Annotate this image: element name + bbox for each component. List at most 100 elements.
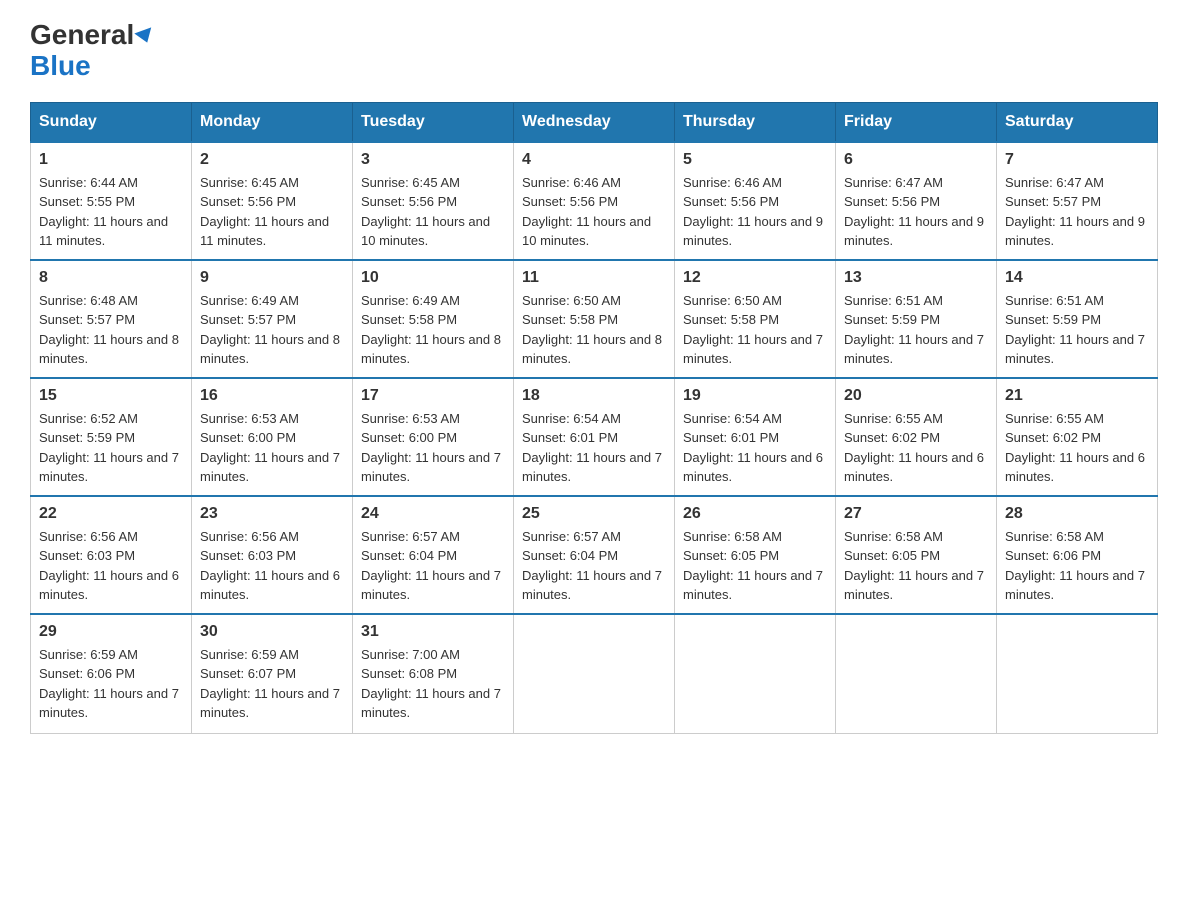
day-info: Sunrise: 6:56 AMSunset: 6:03 PMDaylight:… [200, 527, 344, 605]
week-row-1: 1 Sunrise: 6:44 AMSunset: 5:55 PMDaylight… [31, 142, 1158, 260]
day-cell: 4 Sunrise: 6:46 AMSunset: 5:56 PMDaylight… [514, 142, 675, 260]
day-number: 16 [200, 387, 344, 405]
day-cell: 30Sunrise: 6:59 AMSunset: 6:07 PMDayligh… [192, 614, 353, 734]
day-cell: 3 Sunrise: 6:45 AMSunset: 5:56 PMDaylight… [353, 142, 514, 260]
logo-text: General [30, 20, 154, 51]
day-number: 26 [683, 505, 827, 523]
day-header-sunday: Sunday [31, 102, 192, 142]
week-row-4: 22 Sunrise: 6:56 AMSunset: 6:03 PMDayligh… [31, 496, 1158, 614]
day-cell: 27 Sunrise: 6:58 AMSunset: 6:05 PMDayligh… [836, 496, 997, 614]
day-cell: 5 Sunrise: 6:46 AMSunset: 5:56 PMDaylight… [675, 142, 836, 260]
day-number: 6 [844, 151, 988, 169]
day-info: Sunrise: 6:52 AMSunset: 5:59 PMDaylight:… [39, 409, 183, 487]
day-number: 22 [39, 505, 183, 523]
day-cell: 2 Sunrise: 6:45 AMSunset: 5:56 PMDaylight… [192, 142, 353, 260]
day-info: Sunrise: 6:54 AMSunset: 6:01 PMDaylight:… [522, 409, 666, 487]
day-cell: 19 Sunrise: 6:54 AMSunset: 6:01 PMDayligh… [675, 378, 836, 496]
day-cell: 18 Sunrise: 6:54 AMSunset: 6:01 PMDayligh… [514, 378, 675, 496]
day-info: Sunrise: 6:47 AMSunset: 5:57 PMDaylight:… [1005, 173, 1149, 251]
day-info: Sunrise: 6:53 AMSunset: 6:00 PMDaylight:… [361, 409, 505, 487]
day-cell: 16 Sunrise: 6:53 AMSunset: 6:00 PMDayligh… [192, 378, 353, 496]
week-row-3: 15 Sunrise: 6:52 AMSunset: 5:59 PMDayligh… [31, 378, 1158, 496]
day-number: 4 [522, 151, 666, 169]
day-cell: 17 Sunrise: 6:53 AMSunset: 6:00 PMDayligh… [353, 378, 514, 496]
day-cell [675, 614, 836, 734]
day-number: 2 [200, 151, 344, 169]
page-header: General Blue [30, 20, 1158, 82]
day-cell: 15 Sunrise: 6:52 AMSunset: 5:59 PMDayligh… [31, 378, 192, 496]
day-info: Sunrise: 6:59 AMSunset: 6:06 PMDaylight:… [39, 645, 183, 723]
week-row-5: 29 Sunrise: 6:59 AMSunset: 6:06 PMDayligh… [31, 614, 1158, 734]
day-cell: 21Sunrise: 6:55 AMSunset: 6:02 PMDayligh… [997, 378, 1158, 496]
day-number: 28 [1005, 505, 1149, 523]
day-number: 1 [39, 151, 183, 169]
day-cell: 28 Sunrise: 6:58 AMSunset: 6:06 PMDayligh… [997, 496, 1158, 614]
day-number: 12 [683, 269, 827, 287]
day-number: 27 [844, 505, 988, 523]
day-header-friday: Friday [836, 102, 997, 142]
day-info: Sunrise: 6:50 AMSunset: 5:58 PMDaylight:… [522, 291, 666, 369]
day-cell: 11 Sunrise: 6:50 AMSunset: 5:58 PMDayligh… [514, 260, 675, 378]
day-info: Sunrise: 6:45 AMSunset: 5:56 PMDaylight:… [200, 173, 344, 251]
day-info: Sunrise: 6:58 AMSunset: 6:06 PMDaylight:… [1005, 527, 1149, 605]
day-info: Sunrise: 6:57 AMSunset: 6:04 PMDaylight:… [361, 527, 505, 605]
day-info: Sunrise: 6:53 AMSunset: 6:00 PMDaylight:… [200, 409, 344, 487]
day-number: 23 [200, 505, 344, 523]
day-cell: 6 Sunrise: 6:47 AMSunset: 5:56 PMDaylight… [836, 142, 997, 260]
day-number: 8 [39, 269, 183, 287]
day-number: 15 [39, 387, 183, 405]
day-info: Sunrise: 6:57 AMSunset: 6:04 PMDaylight:… [522, 527, 666, 605]
day-info: Sunrise: 6:56 AMSunset: 6:03 PMDaylight:… [39, 527, 183, 605]
day-cell: 13Sunrise: 6:51 AMSunset: 5:59 PMDayligh… [836, 260, 997, 378]
day-info: Sunrise: 6:50 AMSunset: 5:58 PMDaylight:… [683, 291, 827, 369]
day-number: 9 [200, 269, 344, 287]
day-number: 17 [361, 387, 505, 405]
day-header-monday: Monday [192, 102, 353, 142]
day-info: Sunrise: 6:44 AMSunset: 5:55 PMDaylight:… [39, 173, 183, 251]
day-number: 29 [39, 623, 183, 641]
day-cell: 12 Sunrise: 6:50 AMSunset: 5:58 PMDayligh… [675, 260, 836, 378]
day-number: 24 [361, 505, 505, 523]
day-cell: 20Sunrise: 6:55 AMSunset: 6:02 PMDayligh… [836, 378, 997, 496]
day-cell: 7Sunrise: 6:47 AMSunset: 5:57 PMDaylight… [997, 142, 1158, 260]
day-number: 20 [844, 387, 988, 405]
week-row-2: 8 Sunrise: 6:48 AMSunset: 5:57 PMDaylight… [31, 260, 1158, 378]
day-number: 13 [844, 269, 988, 287]
day-info: Sunrise: 6:49 AMSunset: 5:57 PMDaylight:… [200, 291, 344, 369]
day-info: Sunrise: 6:47 AMSunset: 5:56 PMDaylight:… [844, 173, 988, 251]
day-cell [836, 614, 997, 734]
day-info: Sunrise: 7:00 AMSunset: 6:08 PMDaylight:… [361, 645, 505, 723]
day-number: 31 [361, 623, 505, 641]
day-header-thursday: Thursday [675, 102, 836, 142]
days-header-row: SundayMondayTuesdayWednesdayThursdayFrid… [31, 102, 1158, 142]
day-number: 19 [683, 387, 827, 405]
day-number: 18 [522, 387, 666, 405]
day-cell [514, 614, 675, 734]
day-cell: 9 Sunrise: 6:49 AMSunset: 5:57 PMDaylight… [192, 260, 353, 378]
day-number: 14 [1005, 269, 1149, 287]
day-number: 3 [361, 151, 505, 169]
day-cell: 25Sunrise: 6:57 AMSunset: 6:04 PMDayligh… [514, 496, 675, 614]
day-info: Sunrise: 6:46 AMSunset: 5:56 PMDaylight:… [683, 173, 827, 251]
day-number: 21 [1005, 387, 1149, 405]
logo-blue: Blue [30, 51, 91, 82]
day-cell: 10Sunrise: 6:49 AMSunset: 5:58 PMDayligh… [353, 260, 514, 378]
day-cell: 8 Sunrise: 6:48 AMSunset: 5:57 PMDaylight… [31, 260, 192, 378]
day-info: Sunrise: 6:54 AMSunset: 6:01 PMDaylight:… [683, 409, 827, 487]
day-cell: 31 Sunrise: 7:00 AMSunset: 6:08 PMDayligh… [353, 614, 514, 734]
day-number: 30 [200, 623, 344, 641]
day-info: Sunrise: 6:46 AMSunset: 5:56 PMDaylight:… [522, 173, 666, 251]
day-header-wednesday: Wednesday [514, 102, 675, 142]
day-number: 10 [361, 269, 505, 287]
day-cell: 26 Sunrise: 6:58 AMSunset: 6:05 PMDayligh… [675, 496, 836, 614]
day-number: 11 [522, 269, 666, 287]
day-cell [997, 614, 1158, 734]
day-info: Sunrise: 6:58 AMSunset: 6:05 PMDaylight:… [683, 527, 827, 605]
day-info: Sunrise: 6:51 AMSunset: 5:59 PMDaylight:… [1005, 291, 1149, 369]
day-cell: 1 Sunrise: 6:44 AMSunset: 5:55 PMDaylight… [31, 142, 192, 260]
day-info: Sunrise: 6:58 AMSunset: 6:05 PMDaylight:… [844, 527, 988, 605]
day-cell: 29 Sunrise: 6:59 AMSunset: 6:06 PMDayligh… [31, 614, 192, 734]
day-info: Sunrise: 6:48 AMSunset: 5:57 PMDaylight:… [39, 291, 183, 369]
day-number: 5 [683, 151, 827, 169]
day-info: Sunrise: 6:45 AMSunset: 5:56 PMDaylight:… [361, 173, 505, 251]
